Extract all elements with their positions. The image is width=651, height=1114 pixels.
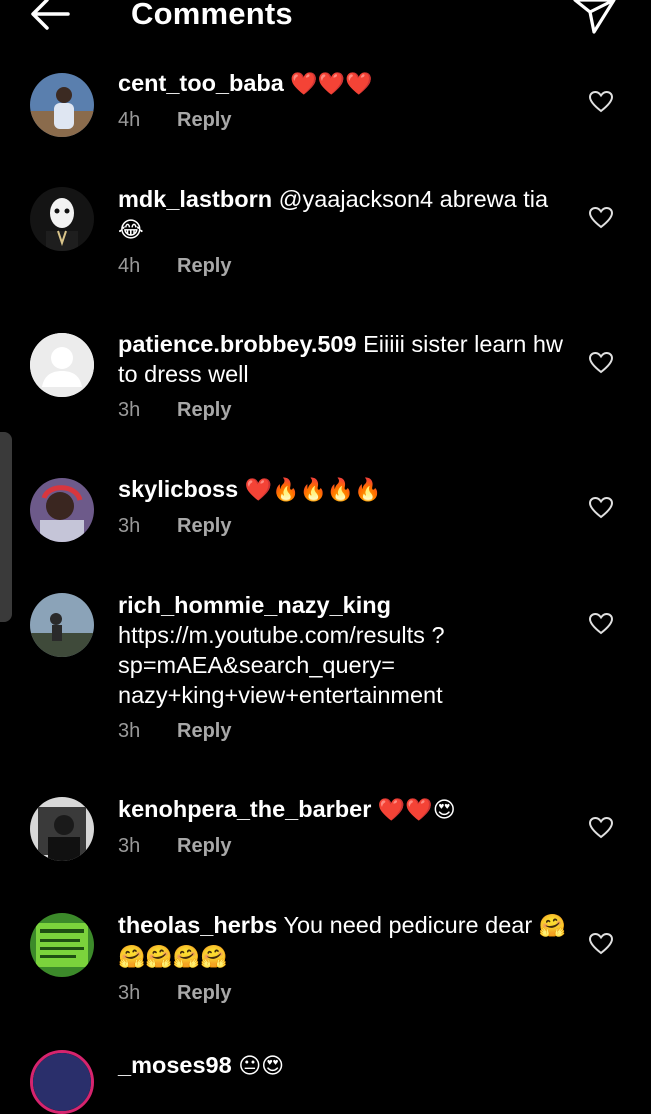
comment-time: 3h — [118, 982, 141, 1004]
comment-username[interactable]: patience.brobbey.509 — [118, 331, 357, 357]
reply-button[interactable]: Reply — [177, 399, 231, 421]
heart-icon[interactable] — [588, 932, 614, 956]
comment-body: skylicboss ❤️🔥🔥🔥🔥 3h Reply — [118, 474, 568, 541]
comment-body: cent_too_baba ❤️❤️❤️ 4h Reply — [118, 68, 568, 135]
comment-body: kenohpera_the_barber ❤️❤️😍 3h Reply — [118, 794, 568, 861]
heart-icon[interactable] — [588, 816, 614, 840]
scroll-handle[interactable] — [0, 432, 12, 622]
avatar[interactable] — [30, 593, 94, 657]
comment-time: 3h — [118, 720, 141, 742]
comment-emoji: 😂 — [118, 217, 144, 242]
comment-username[interactable]: _moses98 — [118, 1052, 232, 1078]
comment-time: 3h — [118, 835, 141, 857]
avatar[interactable] — [30, 187, 94, 251]
reply-button[interactable]: Reply — [177, 835, 231, 857]
comment-username[interactable]: kenohpera_the_barber — [118, 796, 371, 822]
reply-button[interactable]: Reply — [177, 982, 231, 1004]
comment-username[interactable]: cent_too_baba — [118, 70, 284, 96]
page-title: Comments — [131, 0, 293, 31]
comment-emoji: ❤️❤️😍 — [377, 797, 456, 822]
reply-button[interactable]: Reply — [177, 720, 231, 742]
comment-time: 4h — [118, 109, 141, 131]
reply-button[interactable]: Reply — [177, 515, 231, 537]
comment-text[interactable]: https://m.youtube.com/results ?sp=mAEA&s… — [118, 620, 478, 710]
heart-icon[interactable] — [588, 90, 614, 114]
comment-text: You need pedicure dear — [283, 912, 533, 938]
heart-icon[interactable] — [588, 496, 614, 520]
avatar[interactable] — [30, 797, 94, 861]
heart-icon[interactable] — [588, 351, 614, 375]
back-arrow-icon[interactable] — [28, 0, 78, 36]
comment-body: patience.brobbey.509 Eiiiii sister learn… — [118, 329, 568, 425]
avatar-story-ring[interactable] — [30, 1050, 94, 1114]
avatar[interactable] — [30, 913, 94, 977]
comment-time: 3h — [118, 515, 141, 537]
comment-username[interactable]: mdk_lastborn — [118, 186, 272, 212]
reply-button[interactable]: Reply — [177, 109, 231, 131]
reply-button[interactable]: Reply — [177, 255, 231, 277]
header-bar: Comments — [0, 0, 651, 40]
avatar[interactable] — [30, 333, 94, 397]
send-icon[interactable] — [570, 0, 618, 36]
comment-username[interactable]: rich_hommie_nazy_king — [118, 592, 391, 618]
avatar[interactable] — [30, 73, 94, 137]
comment-body: rich_hommie_nazy_king https://m.youtube.c… — [118, 590, 568, 746]
comment-time: 3h — [118, 399, 141, 421]
comment-body: theolas_herbs You need pedicure dear 🤗🤗🤗… — [118, 910, 568, 1008]
heart-icon[interactable] — [588, 206, 614, 230]
comment-username[interactable]: skylicboss — [118, 476, 238, 502]
comment-body: mdk_lastborn @yaajackson4 abrewa tia 😂 4… — [118, 184, 568, 281]
comment-time: 4h — [118, 255, 141, 277]
comment-emoji: ❤️🔥🔥🔥🔥 — [244, 477, 382, 502]
comment-username[interactable]: theolas_herbs — [118, 912, 277, 938]
comment-text: @yaajackson4 abrewa tia — [278, 186, 549, 212]
heart-icon[interactable] — [588, 612, 614, 636]
comment-emoji: ❤️❤️❤️ — [290, 71, 373, 96]
avatar[interactable] — [30, 478, 94, 542]
